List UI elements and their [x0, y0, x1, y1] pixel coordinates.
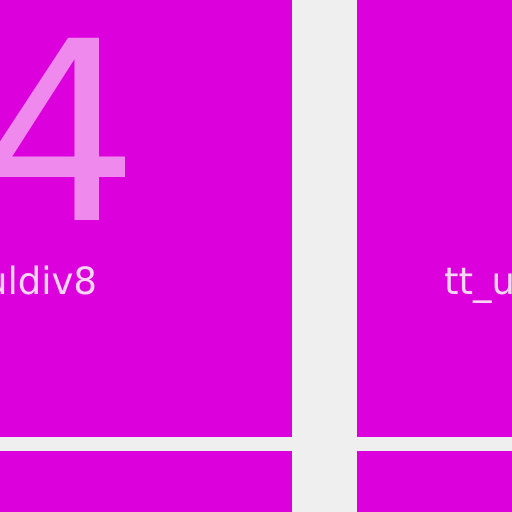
tile-uldiv8[interactable]: 4 uldiv8	[0, 0, 292, 437]
tile-tt-u[interactable]: tt_u	[357, 0, 512, 437]
tile-bottom-right[interactable]	[357, 451, 512, 512]
tile-grid-screen: 4 uldiv8 tt_u	[0, 0, 512, 512]
tile-bottom-left[interactable]	[0, 451, 292, 512]
tile-label: uldiv8	[0, 260, 97, 303]
tile-count-number: 4	[0, 0, 140, 279]
tile-label: tt_u	[444, 260, 512, 303]
